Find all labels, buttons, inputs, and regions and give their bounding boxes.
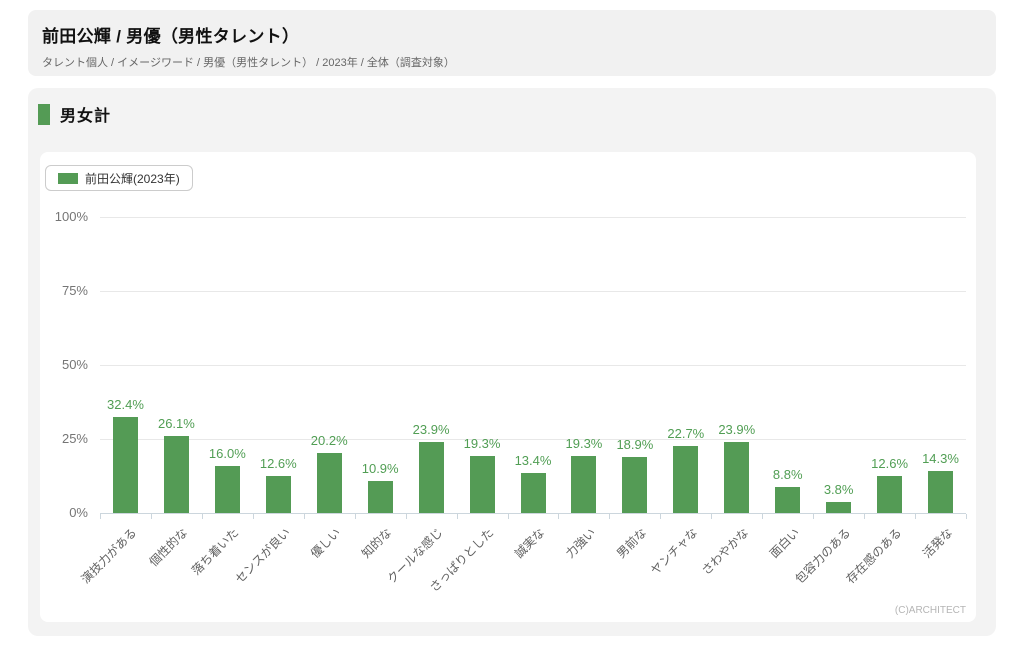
legend-label: 前田公輝(2023年) — [85, 170, 180, 187]
bar-知的な — [368, 481, 393, 513]
x-tick — [762, 514, 763, 519]
bar-value-label: 3.8% — [807, 482, 871, 497]
legend-swatch-icon — [58, 173, 78, 184]
page-title: 前田公輝 / 男優（男性タレント） — [42, 22, 982, 47]
bar-value-label: 20.2% — [297, 433, 361, 448]
x-tick — [915, 514, 916, 519]
bar-さっぱりとした — [470, 456, 495, 513]
page: 前田公輝 / 男優（男性タレント） タレント個人 / イメージワード / 男優（… — [0, 0, 1024, 653]
breadcrumb: タレント個人 / イメージワード / 男優（男性タレント） / 2023年 / … — [42, 54, 982, 70]
section-header: 男女計 — [38, 102, 111, 126]
bar-落ち着いた — [215, 466, 240, 513]
bar-男前な — [622, 457, 647, 513]
chart-legend[interactable]: 前田公輝(2023年) — [45, 165, 193, 191]
x-tick — [864, 514, 865, 519]
bar-value-label: 26.1% — [144, 416, 208, 431]
x-tick — [253, 514, 254, 519]
bar-活発な — [928, 471, 953, 513]
gridline — [100, 291, 966, 292]
bar-value-label: 8.8% — [756, 467, 820, 482]
y-tick-label: 50% — [44, 357, 88, 372]
bar-センスが良い — [266, 476, 291, 513]
bar-chart: 0%25%50%75%100%32.4%演技力がある26.1%個性的な16.0%… — [40, 152, 976, 622]
bar-優しい — [317, 453, 342, 513]
x-tick — [406, 514, 407, 519]
bar-力強い — [571, 456, 596, 513]
section-accent-marker-icon — [38, 104, 50, 125]
bar-誠実な — [521, 473, 546, 513]
y-tick-label: 0% — [44, 505, 88, 520]
bar-さわやかな — [724, 442, 749, 513]
y-tick-label: 100% — [44, 209, 88, 224]
gridline — [100, 217, 966, 218]
bar-value-label: 10.9% — [348, 461, 412, 476]
bar-value-label: 19.3% — [450, 436, 514, 451]
x-tick — [609, 514, 610, 519]
x-tick — [813, 514, 814, 519]
x-tick — [304, 514, 305, 519]
gridline — [100, 365, 966, 366]
x-tick — [660, 514, 661, 519]
header: 前田公輝 / 男優（男性タレント） タレント個人 / イメージワード / 男優（… — [28, 10, 996, 76]
x-axis-line — [100, 513, 966, 514]
x-tick — [457, 514, 458, 519]
bar-value-label: 23.9% — [705, 422, 769, 437]
section-male-female-total: 男女計 0%25%50%75%100%32.4%演技力がある26.1%個性的な1… — [28, 88, 996, 636]
y-tick-label: 75% — [44, 283, 88, 298]
gridline — [100, 439, 966, 440]
x-tick — [151, 514, 152, 519]
bar-個性的な — [164, 436, 189, 513]
bar-面白い — [775, 487, 800, 513]
x-tick — [100, 514, 101, 519]
bar-value-label: 12.6% — [246, 456, 310, 471]
section-title: 男女計 — [60, 102, 111, 126]
bar-value-label: 13.4% — [501, 453, 565, 468]
x-tick — [966, 514, 967, 519]
x-tick — [355, 514, 356, 519]
bar-value-label: 32.4% — [93, 397, 157, 412]
x-tick — [508, 514, 509, 519]
x-tick — [711, 514, 712, 519]
copyright-text: (C)ARCHITECT — [895, 605, 966, 616]
x-tick — [202, 514, 203, 519]
bar-ヤンチャな — [673, 446, 698, 513]
bar-演技力がある — [113, 417, 138, 513]
bar-クールな感じ — [419, 442, 444, 513]
bar-包容力のある — [826, 502, 851, 513]
chart-card: 0%25%50%75%100%32.4%演技力がある26.1%個性的な16.0%… — [40, 152, 976, 622]
y-tick-label: 25% — [44, 431, 88, 446]
bar-value-label: 14.3% — [909, 451, 973, 466]
x-tick — [558, 514, 559, 519]
bar-存在感のある — [877, 476, 902, 513]
